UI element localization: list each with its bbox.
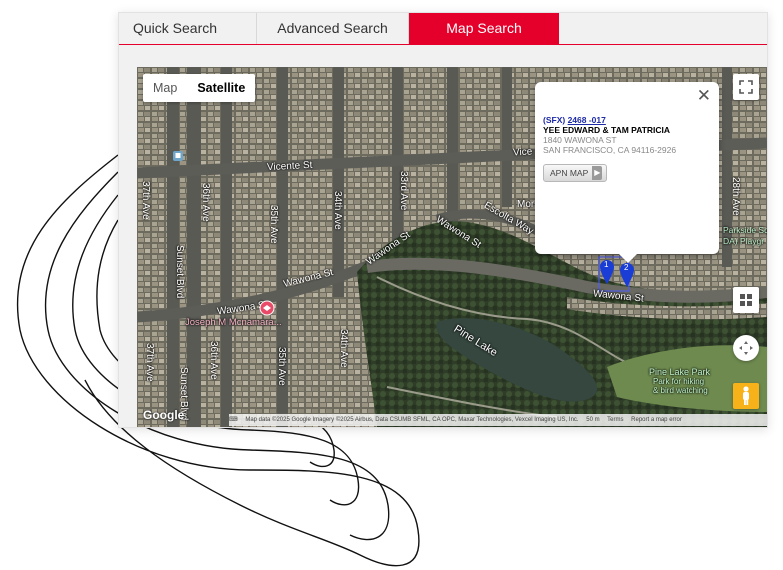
chevron-right-icon: ▶: [592, 166, 603, 180]
parcel-prefix: (SFX): [543, 115, 566, 125]
apn-link[interactable]: 2468 -017: [568, 115, 606, 125]
street-label: Sunset Blvd: [174, 245, 185, 299]
street-view-button[interactable]: [733, 383, 759, 409]
report-error-link[interactable]: Report a map error: [631, 417, 682, 423]
park-label: Pine Lake Park: [649, 367, 711, 377]
camera-control-button[interactable]: [733, 335, 759, 361]
street-label: 34th Ave: [332, 191, 343, 230]
park-desc: & bird watching: [653, 386, 708, 395]
street-label: 33rd Ave: [398, 171, 409, 211]
close-icon[interactable]: ✕: [697, 86, 711, 106]
transit-icon[interactable]: [173, 151, 183, 161]
school-pin-icon[interactable]: [259, 300, 275, 316]
apn-map-label: APN MAP: [550, 168, 589, 178]
grid-icon: [740, 294, 752, 306]
address-line-1: 1840 WAWONA ST: [543, 135, 617, 145]
street-label: 36th Ave: [208, 341, 219, 380]
street-label: 34th Ave: [338, 329, 349, 368]
address-line-2: SAN FRANCISCO, CA 94116-2926: [543, 145, 677, 155]
apn-map-button[interactable]: APN MAP ▶: [543, 164, 608, 182]
camera-control-icon: [739, 341, 753, 355]
street-label: Mor: [517, 199, 535, 210]
map-data-credit: Map data ©2025 Google Imagery ©2025 Airb…: [245, 417, 579, 423]
tab-quick-search[interactable]: Quick Search: [119, 13, 257, 44]
street-label: Vice: [512, 146, 533, 159]
tab-advanced-search[interactable]: Advanced Search: [257, 13, 409, 44]
search-panel: Quick Search Advanced Search Map Search: [118, 12, 768, 428]
scale-bar[interactable]: 50 m: [586, 417, 599, 423]
map-type-map-button[interactable]: Map: [143, 74, 187, 102]
map-marker-1-label: 1: [604, 260, 609, 269]
map-attribution: ⌨ Map data ©2025 Google Imagery ©2025 Ai…: [229, 414, 767, 426]
map-marker-2-label: 2: [624, 263, 629, 272]
search-tabs: Quick Search Advanced Search Map Search: [119, 13, 767, 45]
fullscreen-icon: [739, 80, 753, 94]
keyboard-icon[interactable]: ⌨: [229, 417, 238, 423]
tab-map-search[interactable]: Map Search: [409, 13, 559, 44]
street-label: 37th Ave: [140, 181, 151, 220]
terms-link[interactable]: Terms: [607, 417, 623, 423]
pegman-icon: [743, 386, 749, 405]
google-logo: Google: [143, 408, 185, 422]
map-type-satellite-button[interactable]: Satellite: [187, 74, 255, 102]
parcel-id: (SFX) 2468 -017: [543, 115, 606, 125]
owner-name: YEE EDWARD & TAM PATRICIA: [543, 125, 671, 135]
parcel-info-window: ✕ (SFX) 2468 -017 YEE EDWARD & TAM PATRI…: [535, 82, 719, 263]
fullscreen-button[interactable]: [733, 74, 759, 100]
street-label: 35th Ave: [276, 347, 287, 386]
park-desc: Park for hiking: [653, 377, 705, 386]
map-type-control: Map Satellite: [143, 74, 256, 102]
street-label: 37th Ave: [144, 343, 155, 382]
street-label: 36th Ave: [200, 183, 211, 222]
layers-button[interactable]: [733, 287, 759, 313]
park-label: DA) Playgr: [723, 236, 765, 246]
map-view[interactable]: Vicente St Vice Wawona St Wawona St Wawo…: [137, 67, 767, 427]
street-label: 35th Ave: [268, 205, 279, 244]
street-label: 28th Ave: [730, 177, 741, 216]
school-label: Joseph M Mcnamara...: [185, 317, 282, 328]
park-label: Parkside Sq: [723, 225, 767, 235]
